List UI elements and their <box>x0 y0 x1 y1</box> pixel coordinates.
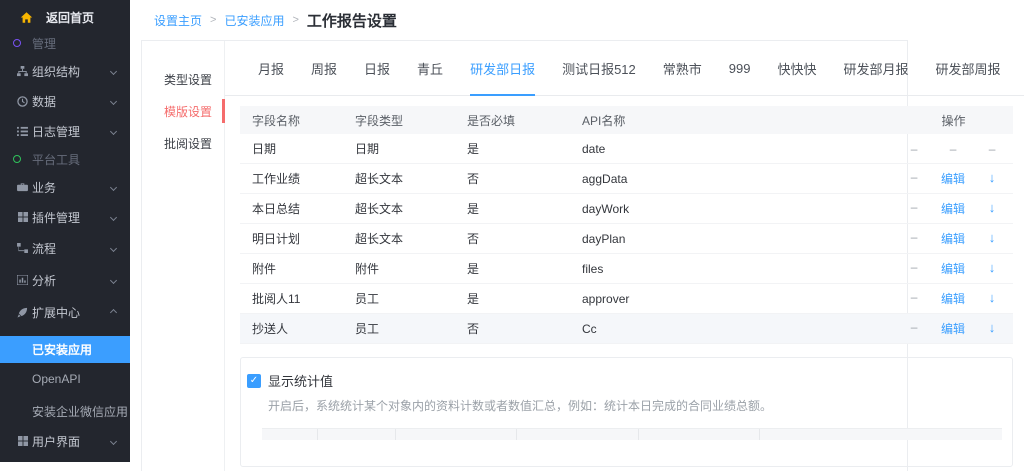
org-structure-icon <box>16 66 29 77</box>
page-title: 工作报告设置 <box>307 10 397 31</box>
stats-description: 开启后，系统统计某个对象内的资料计数或者数值汇总，例如：统计本日完成的合同业绩总… <box>268 397 1002 414</box>
chart-icon <box>16 275 29 285</box>
table-header: 字段名称 字段类型 是否必填 API名称 操作 <box>240 106 1013 134</box>
sidebar-item-user-interface[interactable]: 用户界面 <box>0 427 130 455</box>
sidebar-item-process[interactable]: 流程 <box>0 232 130 264</box>
tab-changshu[interactable]: 常熟市 <box>663 41 702 96</box>
op-placeholder: – <box>973 142 1012 156</box>
edit-link[interactable]: 编辑 <box>934 230 973 247</box>
tab-daily[interactable]: 日报 <box>364 41 390 96</box>
breadcrumb-link-settings-home[interactable]: 设置主页 <box>154 12 202 29</box>
table-row: 本日总结 超长文本 是 dayWork – 编辑 ↓ <box>240 194 1013 224</box>
op-placeholder: – <box>895 142 934 156</box>
move-down-icon[interactable]: ↓ <box>973 170 1012 187</box>
sidebar-item-data[interactable]: 数据 <box>0 86 130 116</box>
table-row: 附件 附件 是 files – 编辑 ↓ <box>240 254 1013 284</box>
sidebar-item-business[interactable]: 业务 <box>0 172 130 202</box>
op-placeholder: – <box>895 290 934 307</box>
move-down-icon[interactable]: ↓ <box>973 230 1012 247</box>
list-icon <box>16 126 29 136</box>
stats-table-header <box>262 428 1002 440</box>
tab-kuaikuaikuai[interactable]: 快快快 <box>778 41 817 96</box>
menu-item-review-settings[interactable]: 批阅设置 <box>142 127 224 159</box>
tab-test-daily-512[interactable]: 测试日报512 <box>562 41 636 96</box>
sidebar-section-admin: 管理 <box>0 30 130 56</box>
chevron-down-icon <box>110 67 117 74</box>
briefcase-icon <box>16 182 29 192</box>
chevron-down-icon <box>110 127 117 134</box>
op-placeholder: – <box>895 200 934 217</box>
report-type-tabs: 月报 周报 日报 青丘 研发部日报 测试日报512 常熟市 999 快快快 研发… <box>225 41 1024 96</box>
layout-grid-icon <box>16 436 29 446</box>
show-stats-label: 显示统计值 <box>268 371 333 390</box>
clock-icon <box>16 96 29 107</box>
chevron-down-icon <box>110 97 117 104</box>
sidebar-section-platform-tools: 平台工具 <box>0 146 130 172</box>
op-placeholder: – <box>895 230 934 247</box>
main-card: 类型设置 模版设置 批阅设置 月报 周报 日报 青丘 研发部日报 测试日报512… <box>141 40 908 471</box>
sidebar-item-back-home[interactable]: 返回首页 <box>0 4 130 30</box>
rocket-icon <box>16 307 29 318</box>
table-row: 工作业绩 超长文本 否 aggData – 编辑 ↓ <box>240 164 1013 194</box>
chevron-down-icon <box>110 437 117 444</box>
chevron-down-icon <box>110 183 117 190</box>
tab-weekly[interactable]: 周报 <box>311 41 337 96</box>
fields-table: 字段名称 字段类型 是否必填 API名称 操作 日期 日期 是 date – –… <box>240 106 1013 344</box>
table-row: 抄送人 员工 否 Cc – 编辑 ↓ <box>240 314 1013 344</box>
op-placeholder: – <box>895 320 934 337</box>
stats-panel: ✓ 显示统计值 开启后，系统统计某个对象内的资料计数或者数值汇总，例如：统计本日… <box>240 357 1013 467</box>
chevron-down-icon <box>110 213 117 220</box>
chevron-down-icon <box>110 276 117 283</box>
sidebar-subitem-installed-apps[interactable]: 已安装应用 <box>0 336 130 363</box>
move-down-icon[interactable]: ↓ <box>973 290 1012 307</box>
settings-side-menu: 类型设置 模版设置 批阅设置 <box>142 41 225 471</box>
breadcrumb: 设置主页 > 已安装应用 > 工作报告设置 <box>130 0 1024 40</box>
tab-999[interactable]: 999 <box>729 41 751 96</box>
sidebar-subitem-install-wecom-app[interactable]: 安装企业微信应用 <box>0 395 130 427</box>
edit-link[interactable]: 编辑 <box>934 170 973 187</box>
plugin-grid-icon <box>16 212 29 222</box>
menu-item-template-settings[interactable]: 模版设置 <box>142 95 224 127</box>
move-down-icon[interactable]: ↓ <box>973 200 1012 217</box>
tab-rd-monthly[interactable]: 研发部月报 <box>844 41 909 96</box>
menu-item-type-settings[interactable]: 类型设置 <box>142 63 224 95</box>
sidebar-item-analysis[interactable]: 分析 <box>0 264 130 296</box>
sidebar-item-log-management[interactable]: 日志管理 <box>0 116 130 146</box>
table-row: 明日计划 超长文本 否 dayPlan – 编辑 ↓ <box>240 224 1013 254</box>
sidebar-item-extension-center[interactable]: 扩展中心 <box>0 296 130 328</box>
breadcrumb-separator: > <box>292 14 298 26</box>
chevron-down-icon <box>110 244 117 251</box>
edit-link[interactable]: 编辑 <box>934 200 973 217</box>
platform-ring-icon <box>10 155 23 163</box>
page: 返回首页 管理 组织结构 数据 日志管理 <box>0 0 1024 471</box>
admin-ring-icon <box>10 39 23 47</box>
table-row: 日期 日期 是 date – – – <box>240 134 1013 164</box>
tab-qingqiu[interactable]: 青丘 <box>417 41 443 96</box>
edit-link[interactable]: 编辑 <box>934 320 973 337</box>
move-down-icon[interactable]: ↓ <box>973 320 1012 337</box>
chevron-up-icon <box>110 308 117 315</box>
content-area: 月报 周报 日报 青丘 研发部日报 测试日报512 常熟市 999 快快快 研发… <box>225 41 1024 471</box>
op-placeholder: – <box>934 142 973 156</box>
tab-monthly[interactable]: 月报 <box>258 41 284 96</box>
tab-rd-daily[interactable]: 研发部日报 <box>470 41 535 96</box>
op-placeholder: – <box>895 260 934 277</box>
home-icon <box>20 11 33 24</box>
tab-rd-weekly[interactable]: 研发部周报 <box>936 41 1001 96</box>
edit-link[interactable]: 编辑 <box>934 260 973 277</box>
breadcrumb-separator: > <box>210 14 216 26</box>
sidebar-item-plugin-management[interactable]: 插件管理 <box>0 202 130 232</box>
edit-link[interactable]: 编辑 <box>934 290 973 307</box>
sidebar-item-org-structure[interactable]: 组织结构 <box>0 56 130 86</box>
table-row: 批阅人11 员工 是 approver – 编辑 ↓ <box>240 284 1013 314</box>
flow-icon <box>16 243 29 253</box>
op-placeholder: – <box>895 170 934 187</box>
move-down-icon[interactable]: ↓ <box>973 260 1012 277</box>
breadcrumb-link-installed-apps[interactable]: 已安装应用 <box>224 12 284 29</box>
sidebar-subitem-openapi[interactable]: OpenAPI <box>0 363 130 395</box>
show-stats-checkbox[interactable]: ✓ <box>247 374 261 388</box>
sidebar: 返回首页 管理 组织结构 数据 日志管理 <box>0 0 130 462</box>
